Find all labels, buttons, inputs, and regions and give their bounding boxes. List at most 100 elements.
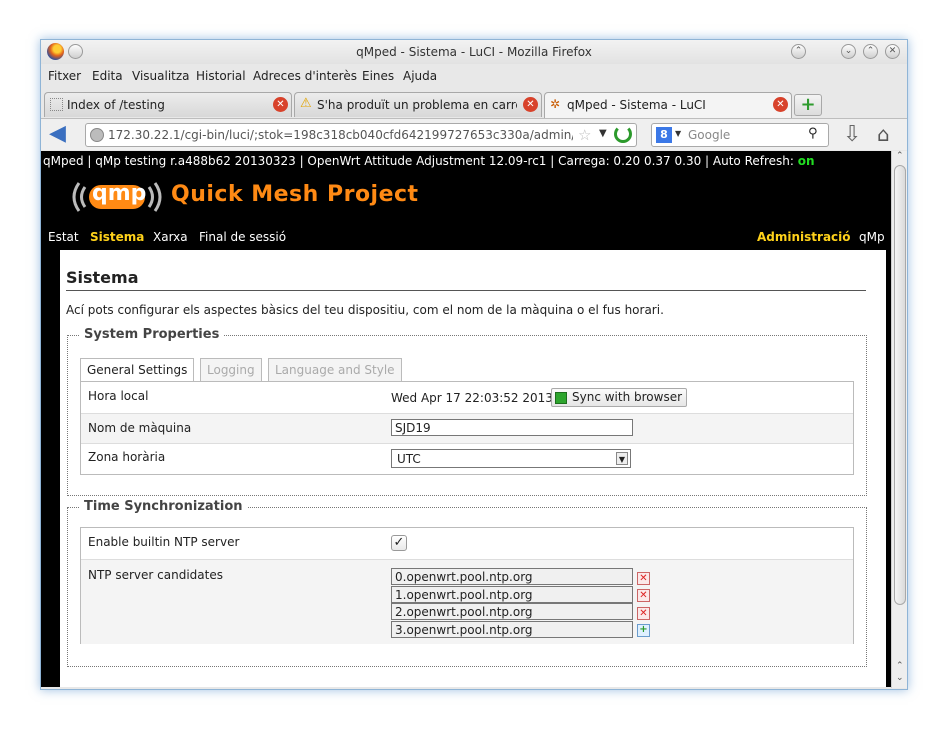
page-title: Sistema (66, 268, 866, 291)
home-icon[interactable]: ⌂ (877, 122, 890, 146)
ntp-candidates-row: NTP server candidates 0.openwrt.pool.ntp… (81, 559, 853, 644)
scroll-up-icon[interactable]: ⌃ (896, 151, 904, 161)
tab-language-style[interactable]: Language and Style (268, 358, 402, 381)
ntp-enable-checkbox[interactable]: ✓ (391, 535, 407, 551)
scroll-up-icon[interactable]: ⌃ (896, 661, 904, 671)
browser-window: qMped - Sistema - LuCI - Mozilla Firefox… (40, 39, 908, 690)
keep-above-icon[interactable]: ⌃ (791, 44, 806, 59)
menu-edita[interactable]: Edita (92, 69, 123, 83)
remove-icon[interactable]: ✕ (637, 572, 650, 585)
luci-icon: ✲ (550, 97, 561, 111)
url-bar[interactable]: 172.30.22.1/cgi-bin/luci/;stok=198c318cb… (85, 123, 637, 147)
scroll-down-icon[interactable]: ⌄ (896, 673, 904, 683)
menu-visualitza[interactable]: Visualitza (132, 69, 190, 83)
navigation-toolbar: ◀ 172.30.22.1/cgi-bin/luci/;stok=198c318… (41, 118, 907, 150)
brand-title: Quick Mesh Project (171, 182, 419, 207)
local-time-value: Wed Apr 17 22:03:52 2013 (391, 391, 553, 405)
close-tab-icon[interactable]: ✕ (273, 97, 288, 112)
remove-icon[interactable]: ✕ (637, 607, 650, 620)
site-identity-icon[interactable] (90, 128, 104, 142)
hostname-label: Nom de màquina (88, 421, 192, 435)
reload-icon[interactable] (614, 125, 632, 143)
sync-button-label: Sync with browser (572, 390, 683, 404)
tab-problem[interactable]: ⚠ S'ha produït un problema en carre… ✕ (294, 92, 542, 117)
status-text: qMped | qMp testing r.a488b62 20130323 |… (43, 154, 798, 168)
scrollbar-thumb[interactable] (894, 165, 906, 605)
qmp-logo[interactable]: qmp (71, 175, 163, 219)
close-window-icon[interactable]: ✕ (885, 44, 900, 59)
ntp-server-input[interactable]: 2.openwrt.pool.ntp.org (391, 603, 633, 620)
search-bar[interactable]: 8 ▼ Google ⚲ (651, 123, 829, 147)
select-arrow-icon: ▼ (616, 452, 628, 465)
menu-fitxer[interactable]: Fitxer (48, 69, 81, 83)
page-viewport: qMped | qMp testing r.a488b62 20130323 |… (41, 151, 891, 687)
nav-administracio[interactable]: Administració (757, 230, 851, 244)
back-arrow-icon[interactable]: ◀ (49, 123, 73, 146)
close-tab-icon[interactable]: ✕ (773, 97, 788, 112)
bookmark-star-icon[interactable]: ☆ (578, 126, 591, 144)
hostname-input[interactable]: SJD19 (391, 419, 633, 436)
hostname-row: Nom de màquina SJD19 (81, 413, 853, 443)
remove-icon[interactable]: ✕ (637, 589, 650, 602)
auto-refresh-toggle[interactable]: on (798, 154, 815, 168)
url-text: 172.30.22.1/cgi-bin/luci/;stok=198c318cb… (108, 128, 573, 142)
add-icon[interactable]: + (637, 624, 650, 637)
ntp-server-input[interactable]: 3.openwrt.pool.ntp.org (391, 621, 633, 638)
tab-label: Index of /testing (67, 98, 165, 112)
nav-qmp[interactable]: qMp (859, 230, 885, 244)
tab-label: qMped - Sistema - LuCI (567, 98, 706, 112)
section-legend: System Properties (80, 327, 224, 342)
timezone-select[interactable]: UTC ▼ (391, 449, 631, 468)
sync-with-browser-button[interactable]: Sync with browser (551, 388, 688, 407)
menu-ajuda[interactable]: Ajuda (403, 69, 437, 83)
dropdown-arrow-icon[interactable]: ▼ (599, 128, 607, 139)
warning-icon: ⚠ (300, 96, 312, 111)
tab-strip: Index of /testing ✕ ⚠ S'ha produït un pr… (41, 92, 907, 118)
section-legend: Time Synchronization (80, 499, 247, 514)
local-time-row: Hora local Wed Apr 17 22:03:52 2013 Sync… (81, 382, 853, 413)
search-engine-icon[interactable]: 8 (656, 127, 672, 143)
sync-icon (555, 392, 567, 404)
nav-xarxa[interactable]: Xarxa (153, 230, 188, 244)
ntp-enable-row: Enable builtin NTP server ✓ (81, 528, 853, 559)
ntp-enable-label: Enable builtin NTP server (88, 535, 240, 549)
time-sync-panel: Enable builtin NTP server ✓ NTP server c… (80, 527, 854, 644)
menu-adreces[interactable]: Adreces d'interès (253, 69, 357, 83)
timezone-value: UTC (397, 452, 421, 466)
page-icon (50, 98, 63, 111)
vertical-scrollbar[interactable]: ⌃ ⌃ ⌄ (891, 151, 907, 688)
nav-final-sessio[interactable]: Final de sessió (199, 230, 286, 244)
timezone-row: Zona horària UTC ▼ (81, 443, 853, 475)
tab-label: S'ha produït un problema en carre… (317, 98, 517, 112)
time-sync-section: Time Synchronization Enable builtin NTP … (67, 499, 867, 667)
local-time-label: Hora local (88, 389, 149, 403)
title-bar: qMped - Sistema - LuCI - Mozilla Firefox… (41, 40, 907, 64)
timezone-label: Zona horària (88, 450, 166, 464)
nav-sistema[interactable]: Sistema (90, 230, 144, 244)
main-content: Sistema Ací pots configurar els aspectes… (60, 250, 886, 687)
tab-index-testing[interactable]: Index of /testing ✕ (44, 92, 292, 117)
engine-dropdown-icon[interactable]: ▼ (675, 129, 681, 138)
nav-estat[interactable]: Estat (48, 230, 79, 244)
system-properties-section: System Properties General Settings Loggi… (67, 327, 867, 496)
ntp-server-input[interactable]: 0.openwrt.pool.ntp.org (391, 568, 633, 585)
tab-general-settings[interactable]: General Settings (80, 358, 195, 382)
tab-logging[interactable]: Logging (200, 358, 262, 381)
close-tab-icon[interactable]: ✕ (523, 97, 538, 112)
binoculars-icon[interactable]: ⚲ (808, 126, 818, 141)
menu-eines[interactable]: Eines (362, 69, 394, 83)
tab-qmped-sistema[interactable]: ✲ qMped - Sistema - LuCI ✕ (544, 92, 792, 118)
ntp-server-input[interactable]: 1.openwrt.pool.ntp.org (391, 586, 633, 603)
logo-text: qmp (92, 181, 147, 206)
window-title: qMped - Sistema - LuCI - Mozilla Firefox (356, 45, 592, 59)
search-placeholder: Google (688, 128, 731, 142)
ntp-candidates-label: NTP server candidates (88, 568, 223, 582)
maximize-icon[interactable]: ⌃ (863, 44, 878, 59)
minimize-icon[interactable]: ⌄ (841, 44, 856, 59)
download-icon[interactable]: ⇩ (843, 122, 861, 147)
menu-bar: Fitxer Edita Visualitza Historial Adrece… (41, 67, 907, 87)
general-settings-panel: Hora local Wed Apr 17 22:03:52 2013 Sync… (80, 381, 854, 475)
page-description: Ací pots configurar els aspectes bàsics … (66, 303, 664, 317)
menu-historial[interactable]: Historial (196, 69, 246, 83)
new-tab-button[interactable]: + (794, 94, 822, 116)
